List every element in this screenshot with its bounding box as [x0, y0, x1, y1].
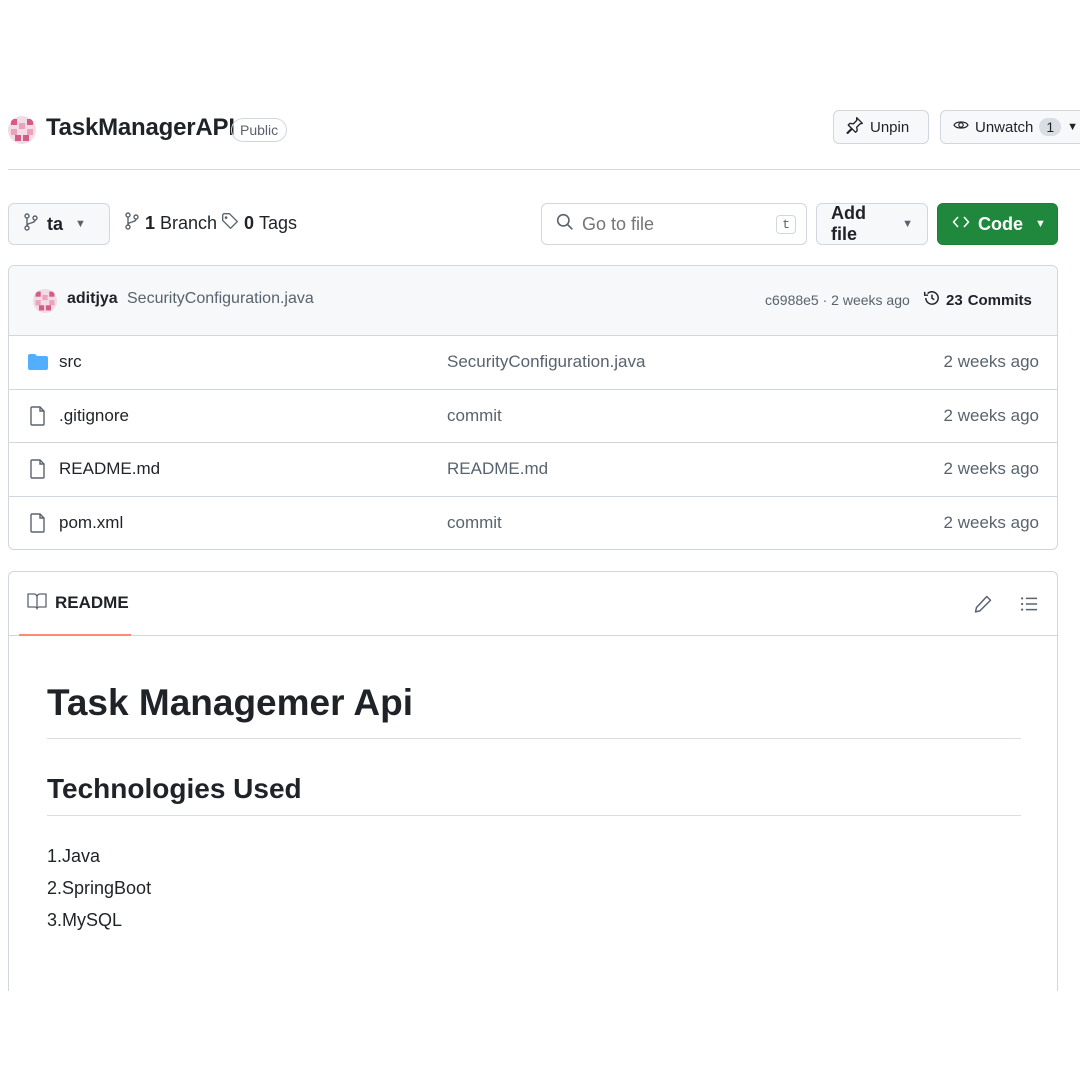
readme-content: Task Managemer Api Technologies Used 1.J…: [47, 682, 1021, 936]
owner-avatar[interactable]: [8, 116, 36, 144]
file-commit-message[interactable]: commit: [447, 406, 502, 426]
chevron-down-icon: ▼: [1067, 121, 1079, 133]
unwatch-button[interactable]: Unwatch 1 ▼: [940, 110, 1080, 144]
commits-count: 23: [946, 291, 963, 309]
repo-header: TaskManagerAPI Public Unpin Unwatch 1 ▼: [8, 110, 1080, 170]
readme-title: Task Managemer Api: [47, 682, 1021, 739]
pin-icon: [846, 116, 864, 138]
file-age: 2 weeks ago: [943, 459, 1039, 478]
file-row-pom[interactable]: pom.xml commit 2 weeks ago: [9, 497, 1057, 550]
tag-icon: [221, 212, 239, 235]
tags-count: 0: [244, 213, 255, 233]
unpin-button[interactable]: Unpin: [833, 110, 929, 144]
tags-link[interactable]: 0 Tags: [221, 212, 297, 235]
file-age: 2 weeks ago: [943, 512, 1039, 532]
commits-label: Commits: [967, 291, 1032, 309]
chevron-down-icon: ▼: [75, 218, 86, 230]
file-age: 2 weeks ago: [943, 352, 1039, 371]
file-row-readme[interactable]: README.md README.md 2 weeks ago: [9, 443, 1057, 497]
file-row-gitignore[interactable]: .gitignore commit 2 weeks ago: [9, 390, 1057, 443]
avatar[interactable]: [33, 289, 57, 313]
chevron-down-icon: ▼: [902, 218, 913, 230]
book-icon: [27, 592, 47, 615]
list-item: 1.Java: [47, 846, 101, 866]
list-unordered-icon[interactable]: [1019, 594, 1039, 614]
go-to-file-search[interactable]: t: [541, 203, 807, 245]
pencil-icon[interactable]: [973, 594, 993, 614]
technology-list: 1.Java 2.SpringBoot 3.MySQL: [47, 840, 1021, 936]
file-name[interactable]: pom.xml: [59, 513, 123, 533]
repo-name[interactable]: TaskManagerAPI: [46, 114, 235, 142]
file-browser: aditjya SecurityConfiguration.java c6988…: [8, 265, 1058, 550]
file-commit-message[interactable]: SecurityConfiguration.java: [447, 352, 645, 372]
readme-tab-label: README: [55, 593, 129, 612]
commits-history-link[interactable]: 23 Commits: [923, 289, 1032, 311]
list-item: 2.SpringBoot: [47, 878, 152, 898]
search-icon: [556, 213, 574, 236]
code-button[interactable]: Code ▼: [937, 203, 1058, 245]
add-file-button[interactable]: Add file ▼: [816, 203, 928, 245]
visibility-badge: Public: [231, 118, 288, 142]
file-icon: [27, 459, 49, 479]
branch-name: ta: [47, 213, 64, 234]
file-icon: [27, 512, 49, 533]
file-name[interactable]: src: [59, 352, 82, 372]
unwatch-label: Unwatch: [975, 118, 1034, 136]
tab-readme[interactable]: README: [19, 572, 131, 636]
unpin-label: Unpin: [870, 118, 910, 136]
chevron-down-icon: ▼: [1035, 218, 1046, 230]
file-commit-message[interactable]: commit: [447, 513, 502, 533]
eye-icon: [953, 117, 969, 137]
readme-tabbar: README: [9, 572, 1057, 636]
branches-count: 1: [145, 213, 156, 233]
search-input[interactable]: [582, 213, 769, 235]
code-icon: [952, 214, 970, 235]
code-label: Code: [978, 213, 1023, 234]
branch-select-button[interactable]: ta ▼: [8, 203, 110, 245]
branches-link[interactable]: 1 Branch: [124, 212, 217, 235]
history-icon: [923, 289, 941, 311]
add-file-label: Add file: [831, 203, 866, 244]
file-row-src[interactable]: src SecurityConfiguration.java 2 weeks a…: [9, 336, 1057, 390]
tags-label: Tags: [259, 213, 298, 233]
git-branch-icon: [124, 212, 140, 235]
readme-subtitle: Technologies Used: [47, 773, 1021, 816]
file-icon: [27, 405, 49, 426]
latest-commit-bar: aditjya SecurityConfiguration.java c6988…: [9, 266, 1057, 336]
folder-icon: [27, 352, 49, 372]
list-item: 3.MySQL: [47, 910, 123, 930]
branches-label: Branch: [160, 213, 218, 233]
file-age: 2 weeks ago: [943, 405, 1039, 425]
git-branch-icon: [23, 212, 39, 236]
file-name[interactable]: README.md: [59, 459, 160, 479]
commit-message[interactable]: SecurityConfiguration.java: [127, 290, 314, 308]
readme-panel: README Task Managemer Api Technologies U…: [8, 571, 1058, 991]
commit-hash-time[interactable]: c6988e5 · 2 weeks ago: [765, 292, 910, 308]
commit-author[interactable]: aditjya: [67, 290, 118, 308]
file-name[interactable]: .gitignore: [59, 406, 129, 426]
keyboard-shortcut-hint: t: [776, 214, 796, 234]
watch-count: 1: [1039, 118, 1062, 136]
file-commit-message[interactable]: README.md: [447, 459, 548, 479]
